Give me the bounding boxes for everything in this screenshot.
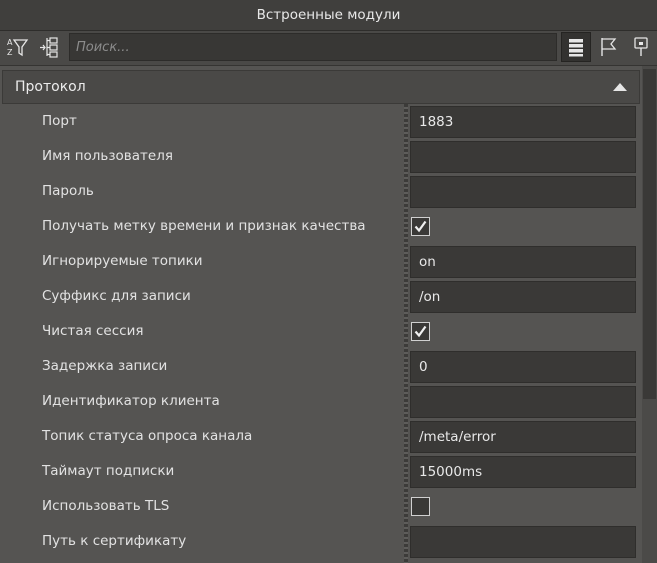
property-row: Порт 1883 xyxy=(0,104,642,139)
property-grid: Порт 1883 Имя пользователя Пароль Получать м… xyxy=(0,104,642,563)
property-value-field[interactable] xyxy=(410,526,636,558)
sort-filter-icon[interactable]: A Z xyxy=(2,32,32,62)
property-row: Топик статуса опроса канала/meta/error xyxy=(0,419,642,454)
property-value-field[interactable]: 1883 xyxy=(410,106,636,138)
property-value-field[interactable] xyxy=(410,386,636,418)
property-row: Задержка записи 0 xyxy=(0,349,642,384)
property-row: Чистая сессия xyxy=(0,314,642,349)
property-label: Путь к сертификату xyxy=(42,533,187,549)
property-row: Суффикс для записи/on xyxy=(0,279,642,314)
property-row: Идентификатор клиента xyxy=(0,384,642,419)
property-row: Таймаут подписки 15000ms xyxy=(0,454,642,489)
property-value-field[interactable]: /meta/error xyxy=(410,421,636,453)
list-view-icon[interactable] xyxy=(561,32,591,62)
panel-title: Встроенные модули xyxy=(0,0,657,31)
flag-icon[interactable] xyxy=(594,32,624,62)
section-header-protocol[interactable]: Протокол xyxy=(2,70,640,104)
property-row: Путь к сертификату xyxy=(0,524,642,559)
property-checkbox[interactable] xyxy=(411,497,430,516)
property-row: Пароль xyxy=(0,174,642,209)
property-value-field[interactable]: 0 xyxy=(410,351,636,383)
section-title: Протокол xyxy=(15,79,86,95)
property-checkbox[interactable] xyxy=(411,322,430,341)
property-label: Топик статуса опроса канала xyxy=(42,428,253,444)
checkmark-icon xyxy=(414,220,427,233)
property-label: Идентификатор клиента xyxy=(42,393,220,409)
checkmark-icon xyxy=(414,325,427,338)
property-row: Получать метку времени и признак качеств… xyxy=(0,209,642,244)
property-label: Суффикс для записи xyxy=(42,288,191,304)
property-label: Имя пользователя xyxy=(42,148,173,164)
property-checkbox[interactable] xyxy=(411,217,430,236)
property-label: Таймаут подписки xyxy=(42,463,175,479)
property-value-field[interactable]: 15000ms xyxy=(410,456,636,488)
property-label: Пароль xyxy=(42,183,94,199)
collapse-tree-icon[interactable] xyxy=(35,32,65,62)
property-label: Использовать TLS xyxy=(42,498,170,514)
property-row: Имя пользователя xyxy=(0,139,642,174)
builtin-modules-panel: Встроенные модули A Z Поиск... Протокол … xyxy=(0,0,657,563)
property-label: Получать метку времени и признак качеств… xyxy=(42,218,366,234)
vertical-scrollbar[interactable] xyxy=(642,66,657,563)
collapse-arrow-icon[interactable] xyxy=(613,83,627,91)
property-label: Задержка записи xyxy=(42,358,168,374)
svg-text:A: A xyxy=(7,38,13,47)
property-value-field[interactable] xyxy=(410,176,636,208)
property-value-field[interactable]: on xyxy=(410,246,636,278)
property-label: Игнорируемые топики xyxy=(42,253,203,269)
scrollbar-thumb[interactable] xyxy=(643,69,656,399)
property-label: Порт xyxy=(42,113,77,129)
svg-text:Z: Z xyxy=(7,48,13,57)
search-input[interactable] xyxy=(69,33,557,61)
property-value-field[interactable] xyxy=(410,141,636,173)
property-label: Чистая сессия xyxy=(42,323,144,339)
property-row: Игнорируемые топики on xyxy=(0,244,642,279)
pin-icon[interactable] xyxy=(626,32,656,62)
toolbar: A Z xyxy=(0,31,657,66)
property-row: Использовать TLS xyxy=(0,489,642,524)
property-value-field[interactable]: /on xyxy=(410,281,636,313)
